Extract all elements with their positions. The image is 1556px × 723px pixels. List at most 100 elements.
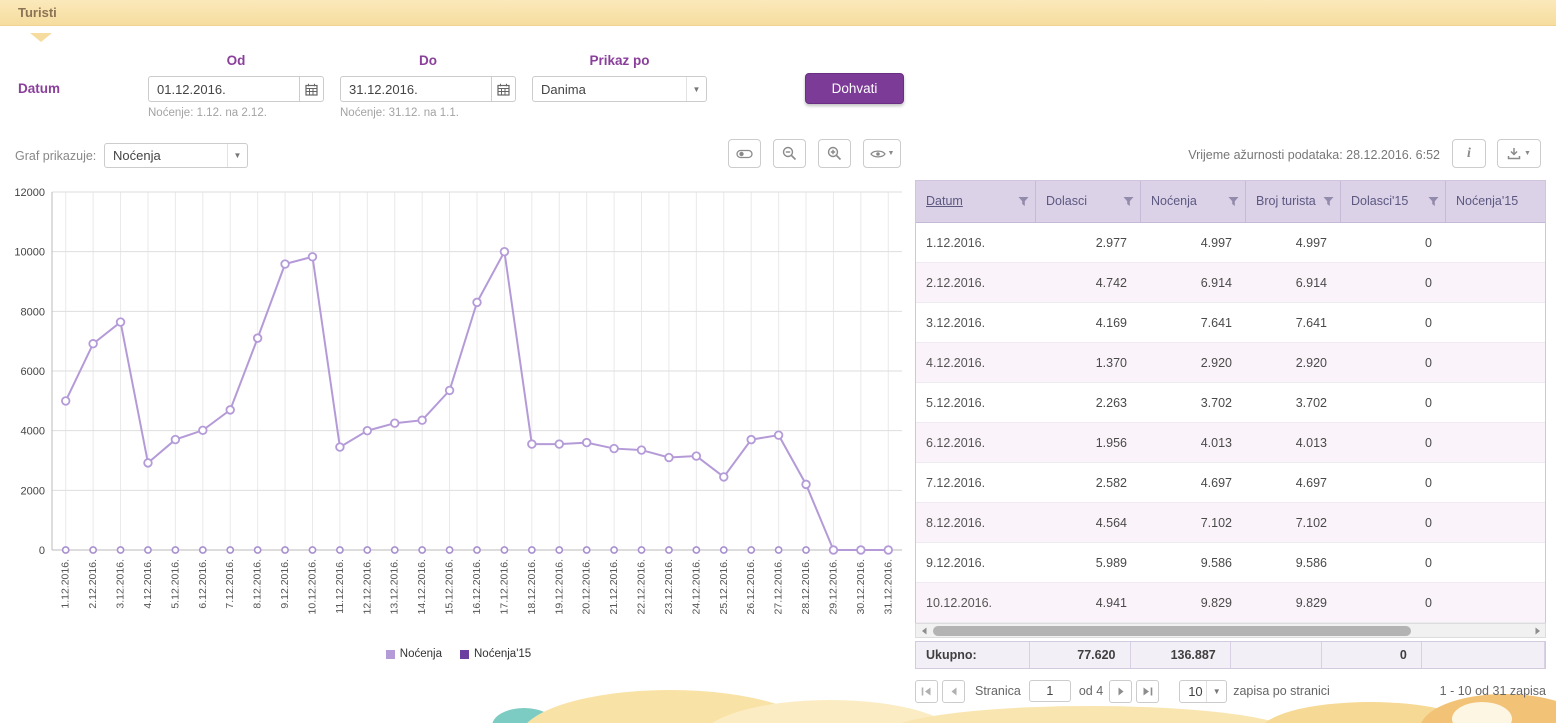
- column-label: Noćenja'15: [1456, 194, 1546, 208]
- chevron-down-icon: ▼: [686, 77, 706, 101]
- cell-nocenja: 7.102: [1141, 503, 1246, 542]
- table-row[interactable]: 5.12.2016.2.2633.7023.7020: [916, 383, 1546, 423]
- last-page-icon: [1142, 687, 1153, 696]
- page-tab-turisti[interactable]: Turisti: [18, 5, 57, 20]
- column-header-1[interactable]: Dolasci: [1036, 181, 1141, 222]
- legend-label: Noćenja: [400, 648, 442, 660]
- first-page-icon: [921, 687, 932, 696]
- cell-datum: 6.12.2016.: [916, 423, 1036, 462]
- info-button[interactable]: i: [1452, 139, 1486, 168]
- legend-label: Noćenja'15: [474, 648, 531, 660]
- totals-nocenja15: [1422, 642, 1545, 668]
- filter-icon[interactable]: [1018, 196, 1029, 207]
- cell-nocenja: 9.586: [1141, 543, 1246, 582]
- table-row[interactable]: 9.12.2016.5.9899.5869.5860: [916, 543, 1546, 583]
- svg-text:4.12.2016.: 4.12.2016.: [142, 559, 154, 609]
- svg-text:11.12.2016.: 11.12.2016.: [334, 559, 346, 614]
- svg-text:0: 0: [39, 545, 45, 557]
- cell-datum: 2.12.2016.: [916, 263, 1036, 302]
- filter-icon[interactable]: [1428, 196, 1439, 207]
- column-header-0[interactable]: Datum: [916, 181, 1036, 222]
- chevron-down-icon: ▼: [1206, 681, 1226, 702]
- toggle-icon: [736, 148, 754, 160]
- table-row[interactable]: 1.12.2016.2.9774.9974.9970: [916, 223, 1546, 263]
- zoom-out-button[interactable]: [773, 139, 806, 168]
- scroll-left-icon[interactable]: [916, 624, 931, 637]
- calendar-icon-button[interactable]: [300, 76, 324, 102]
- horizontal-scrollbar[interactable]: [915, 623, 1546, 638]
- dohvati-button[interactable]: Dohvati: [805, 73, 904, 104]
- prikaz-po-select[interactable]: Danima ▼: [532, 76, 707, 102]
- scrollbar-thumb[interactable]: [933, 626, 1411, 636]
- decoration-yellow-circle: [880, 706, 1300, 723]
- table-row[interactable]: 10.12.2016.4.9419.8299.8290: [916, 583, 1546, 623]
- calendar-icon-button[interactable]: [492, 76, 516, 102]
- chevron-down-icon: ▼: [227, 144, 247, 167]
- table-body: 1.12.2016.2.9774.9974.99702.12.2016.4.74…: [916, 223, 1546, 623]
- table-row[interactable]: 3.12.2016.4.1697.6417.6410: [916, 303, 1546, 343]
- totals-nocenja: 136.887: [1131, 642, 1231, 668]
- prev-page-button[interactable]: [942, 680, 965, 703]
- last-page-button[interactable]: [1136, 680, 1159, 703]
- filter-icon[interactable]: [1323, 196, 1334, 207]
- graf-select[interactable]: Noćenja ▼: [104, 143, 248, 168]
- cell-dolasci15: 0: [1341, 343, 1446, 382]
- pan-toggle-button[interactable]: [728, 139, 761, 168]
- page-number-input[interactable]: [1029, 680, 1071, 702]
- page-count-label: od 4: [1079, 684, 1103, 698]
- cell-dolasci15: 0: [1341, 223, 1446, 262]
- svg-text:5.12.2016.: 5.12.2016.: [169, 559, 181, 609]
- cell-nocenja: 9.829: [1141, 583, 1246, 622]
- legend-item[interactable]: Noćenja: [386, 648, 442, 660]
- next-page-button[interactable]: [1109, 680, 1132, 703]
- cell-nocenja: 4.697: [1141, 463, 1246, 502]
- column-header-2[interactable]: Noćenja: [1141, 181, 1246, 222]
- cell-dolasci15: 0: [1341, 423, 1446, 462]
- stranica-label: Stranica: [975, 684, 1021, 698]
- legend-item[interactable]: Noćenja'15: [460, 648, 531, 660]
- date-to-input[interactable]: [340, 76, 492, 102]
- page-size-select[interactable]: 10 ▼: [1179, 680, 1227, 703]
- zoom-in-button[interactable]: [818, 139, 851, 168]
- column-label: Datum: [926, 194, 1018, 208]
- graf-prikazuje-label: Graf prikazuje:: [15, 149, 96, 163]
- cell-dolasci15: 0: [1341, 543, 1446, 582]
- next-page-icon: [1117, 687, 1125, 696]
- series-visibility-button[interactable]: ▼: [863, 139, 901, 168]
- table-row[interactable]: 4.12.2016.1.3702.9202.9200: [916, 343, 1546, 383]
- export-button[interactable]: ▼: [1497, 139, 1541, 168]
- date-from-input[interactable]: [148, 76, 300, 102]
- first-page-button[interactable]: [915, 680, 938, 703]
- scroll-right-icon[interactable]: [1530, 624, 1545, 637]
- column-header-3[interactable]: Broj turista: [1246, 181, 1341, 222]
- cell-broj: 9.586: [1246, 543, 1341, 582]
- svg-text:13.12.2016.: 13.12.2016.: [389, 559, 401, 614]
- svg-text:19.12.2016.: 19.12.2016.: [553, 559, 565, 614]
- totals-label: Ukupno:: [916, 642, 1030, 668]
- cell-broj: 7.641: [1246, 303, 1341, 342]
- table-row[interactable]: 7.12.2016.2.5824.6974.6970: [916, 463, 1546, 503]
- table-row[interactable]: 6.12.2016.1.9564.0134.0130: [916, 423, 1546, 463]
- prikaz-po-value: Danima: [541, 82, 586, 97]
- svg-text:28.12.2016.: 28.12.2016.: [800, 559, 812, 614]
- cell-nocenja15: [1446, 503, 1546, 542]
- zapisa-label: zapisa po stranici: [1233, 684, 1330, 698]
- column-header-5[interactable]: Noćenja'15: [1446, 181, 1546, 222]
- data-table: Datum DolasciNoćenjaBroj turistaDolasci'1…: [915, 180, 1546, 624]
- filter-icon[interactable]: [1123, 196, 1134, 207]
- cell-broj: 4.697: [1246, 463, 1341, 502]
- filter-icon[interactable]: [1228, 196, 1239, 207]
- datum-label: Datum: [18, 81, 60, 96]
- svg-text:22.12.2016.: 22.12.2016.: [636, 559, 648, 614]
- column-header-4[interactable]: Dolasci'15: [1341, 181, 1446, 222]
- table-row[interactable]: 8.12.2016.4.5647.1027.1020: [916, 503, 1546, 543]
- svg-text:31.12.2016.: 31.12.2016.: [882, 559, 894, 614]
- graf-select-value: Noćenja: [113, 148, 161, 163]
- zoom-in-icon: [827, 146, 842, 161]
- svg-text:10.12.2016.: 10.12.2016.: [306, 559, 318, 614]
- table-row[interactable]: 2.12.2016.4.7426.9146.9140: [916, 263, 1546, 303]
- cell-broj: 2.920: [1246, 343, 1341, 382]
- cell-dolasci: 1.370: [1036, 343, 1141, 382]
- svg-text:12000: 12000: [14, 187, 45, 199]
- totals-row: Ukupno: 77.620 136.887 0: [915, 641, 1546, 669]
